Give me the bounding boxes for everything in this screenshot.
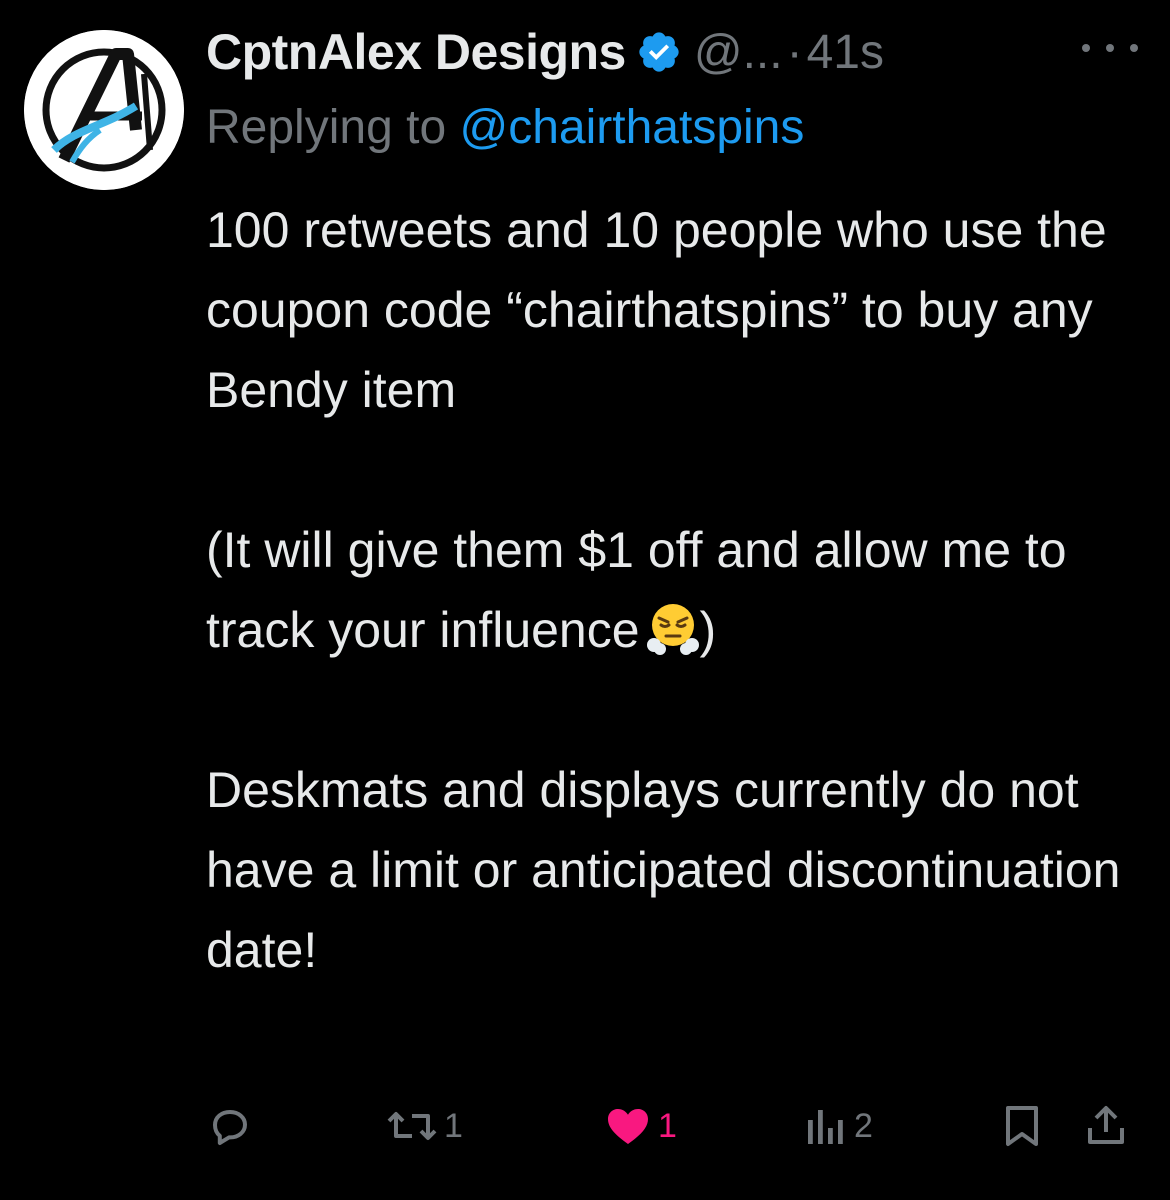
retweet-button[interactable]: 1 — [386, 1096, 463, 1156]
retweet-icon — [387, 1112, 437, 1140]
replying-to-prefix: Replying to — [206, 101, 447, 154]
tweet-text: 100 retweets and 10 people who use the c… — [206, 190, 1146, 990]
views-count: 2 — [854, 1106, 873, 1145]
heart-icon — [608, 1109, 648, 1144]
verified-badge-icon — [636, 29, 682, 75]
tweet-paragraph: 100 retweets and 10 people who use the c… — [206, 202, 1107, 418]
views-button[interactable]: 2 — [804, 1096, 873, 1156]
bookmark-icon — [1006, 1106, 1038, 1146]
retweet-count: 1 — [444, 1106, 463, 1145]
replying-to-line: Replying to @chairthatspins — [206, 100, 804, 155]
share-button[interactable] — [1082, 1096, 1130, 1156]
author-handle[interactable]: @... — [694, 25, 783, 80]
tweet-paragraph: (It will give them $1 off and allow me t… — [206, 510, 1146, 670]
like-button[interactable]: 1 — [604, 1096, 677, 1156]
steam-face-emoji-icon — [646, 601, 700, 655]
avatar[interactable] — [24, 30, 184, 190]
more-options-icon[interactable] — [1082, 38, 1138, 58]
reply-button[interactable] — [206, 1096, 260, 1156]
reply-icon — [213, 1110, 247, 1145]
bookmark-button[interactable] — [998, 1096, 1046, 1156]
tweet-text-span: (It will give them $1 off and allow me t… — [206, 522, 1067, 658]
author-name[interactable]: CptnAlex Designs — [206, 23, 626, 81]
replying-to-mention[interactable]: @chairthatspins — [459, 101, 804, 154]
tweet-paragraph: Deskmats and displays currently do not h… — [206, 762, 1121, 978]
avatar-logo-icon — [24, 30, 184, 190]
share-icon — [1088, 1106, 1124, 1144]
tweet-header: CptnAlex Designs @... · 41s — [206, 12, 1170, 92]
tweet-actions: 1 1 2 — [206, 1096, 1140, 1156]
tweet-text-span: ) — [699, 602, 717, 658]
like-count: 1 — [658, 1106, 677, 1145]
views-chart-icon — [808, 1110, 843, 1144]
timestamp[interactable]: 41s — [807, 25, 884, 80]
separator-dot: · — [786, 25, 803, 79]
